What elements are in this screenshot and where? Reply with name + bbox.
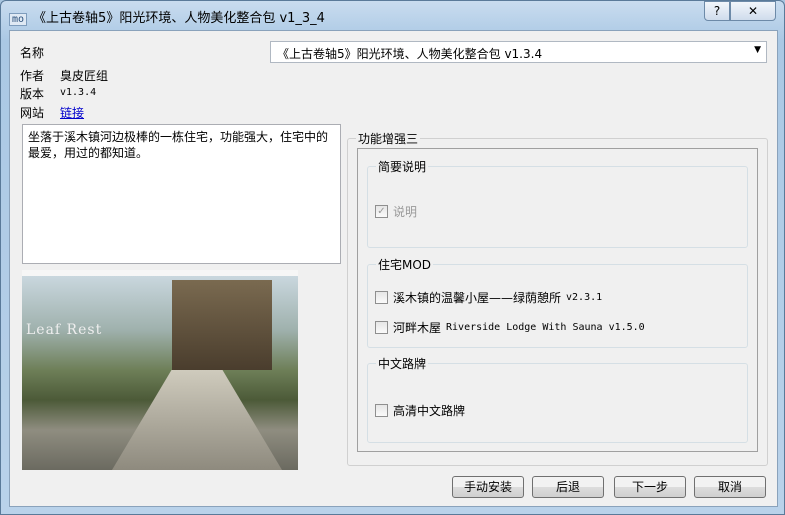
window-title: 《上古卷轴5》阳光环境、人物美化整合包 v1_3_4 xyxy=(33,11,325,26)
checkbox-label: 高清中文路牌 xyxy=(393,404,466,418)
checkbox-checked-icon: ✓ xyxy=(375,205,388,218)
preview-image: Leaf Rest xyxy=(22,270,298,470)
title-bar: mo 《上古卷轴5》阳光环境、人物美化整合包 v1_3_4 xyxy=(9,7,325,26)
options-title: 功能增强三 xyxy=(356,130,421,147)
website-link[interactable]: 链接 xyxy=(60,104,84,121)
group-house-mod: 住宅MOD 溪木镇的温馨小屋——绿荫憩所 v2.3.1 河畔木屋 Riverside… xyxy=(367,256,748,348)
checkbox-hd-signs[interactable]: 高清中文路牌 xyxy=(375,402,465,419)
group-signs: 中文路牌 高清中文路牌 xyxy=(367,355,748,443)
checkbox-riverwood-house[interactable]: 溪木镇的温馨小屋——绿荫憩所 v2.3.1 xyxy=(375,289,602,306)
next-button[interactable]: 下一步 xyxy=(614,476,686,498)
installer-window: mo 《上古卷轴5》阳光环境、人物美化整合包 v1_3_4 ? ✕ 名称 《上古卷… xyxy=(0,0,785,515)
cancel-button[interactable]: 取消 xyxy=(694,476,766,498)
group-summary: 简要说明 ✓ 说明 xyxy=(367,158,748,248)
group-title: 中文路牌 xyxy=(376,355,429,372)
name-combo[interactable]: 《上古卷轴5》阳光环境、人物美化整合包 v1.3.4 ▼ xyxy=(270,41,767,63)
name-value: 《上古卷轴5》阳光环境、人物美化整合包 v1.3.4 xyxy=(277,47,543,61)
close-button[interactable]: ✕ xyxy=(730,1,776,21)
website-label: 网站 xyxy=(20,106,45,120)
chevron-down-icon: ▼ xyxy=(754,45,761,55)
house-shape xyxy=(172,280,272,370)
options-groupbox: 功能增强三 简要说明 ✓ 说明 住宅MOD 溪木镇的温馨小屋——绿荫憩所 v2.3.… xyxy=(347,130,768,466)
help-button[interactable]: ? xyxy=(704,1,730,21)
checkbox-label: 河畔木屋 xyxy=(393,321,442,335)
checkbox-version: v2.3.1 xyxy=(566,292,603,303)
checkbox-label: 溪木镇的温馨小屋——绿荫憩所 xyxy=(393,291,562,305)
version-label: 版本 xyxy=(20,87,45,101)
version-value: v1.3.4 xyxy=(60,87,97,98)
name-label: 名称 xyxy=(20,46,45,60)
group-title: 住宅MOD xyxy=(376,256,434,273)
back-button[interactable]: 后退 xyxy=(532,476,604,498)
author-label: 作者 xyxy=(20,69,45,83)
group-title: 简要说明 xyxy=(376,158,429,175)
checkbox-icon xyxy=(375,404,388,417)
checkbox-icon xyxy=(375,291,388,304)
options-panel: 简要说明 ✓ 说明 住宅MOD 溪木镇的温馨小屋——绿荫憩所 v2.3.1 河畔木屋… xyxy=(357,148,758,452)
dialog-content: 名称 《上古卷轴5》阳光环境、人物美化整合包 v1.3.4 ▼ 作者 臭皮匠组 版… xyxy=(9,30,778,507)
checkbox-description[interactable]: ✓ 说明 xyxy=(375,203,417,220)
path-shape xyxy=(112,370,282,470)
description-box[interactable]: 坐落于溪木镇河边极棒的一栋住宅，功能强大，住宅中的最爱，用过的都知道。 xyxy=(22,124,341,264)
checkbox-label: 说明 xyxy=(393,205,418,219)
author-value: 臭皮匠组 xyxy=(60,69,109,83)
app-icon: mo xyxy=(9,13,28,26)
preview-logo: Leaf Rest xyxy=(26,322,103,338)
checkbox-version: Riverside Lodge With Sauna v1.5.0 xyxy=(446,322,645,333)
manual-install-button[interactable]: 手动安装 xyxy=(452,476,524,498)
checkbox-riverside-lodge[interactable]: 河畔木屋 Riverside Lodge With Sauna v1.5.0 xyxy=(375,319,645,336)
checkbox-icon xyxy=(375,321,388,334)
